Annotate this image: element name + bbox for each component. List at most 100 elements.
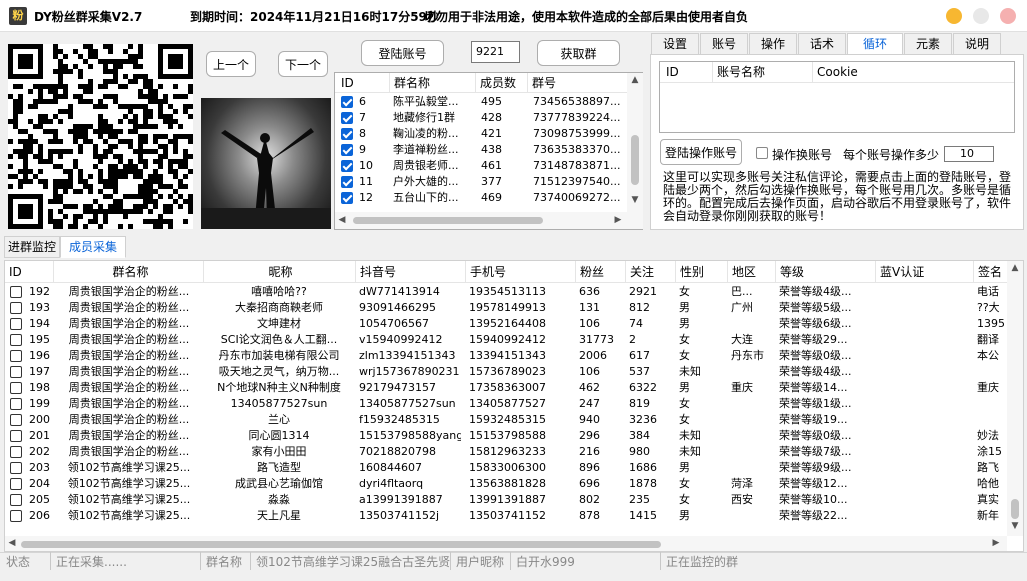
group-row-checkbox[interactable]	[341, 192, 353, 204]
login-account-button[interactable]: 登陆账号	[361, 40, 444, 66]
switch-account-checkbox[interactable]	[756, 147, 768, 159]
member-row-checkbox[interactable]	[10, 478, 22, 490]
member-row-checkbox[interactable]	[10, 286, 22, 298]
group-row-checkbox[interactable]	[341, 96, 353, 108]
member-row[interactable]: 200 周贵银国学治企的粉丝... 兰心 f15932485315 1593248531…	[5, 412, 1009, 428]
group-list-hscroll[interactable]: ◀ ▶	[335, 212, 627, 229]
member-row[interactable]: 203 领102节高维学习课25... 路飞造型 160844607 158330063…	[5, 460, 1009, 476]
member-row[interactable]: 193 周贵银国学治企的粉丝... 大秦招商商鞅老师 93091466295 19578…	[5, 300, 1009, 316]
scroll-right-icon[interactable]: ▶	[991, 538, 1001, 548]
member-cell-phone: 15736789023	[469, 365, 546, 378]
tab-member-collect[interactable]: 成员采集	[60, 236, 126, 258]
member-row-checkbox[interactable]	[10, 366, 22, 378]
member-row[interactable]: 196 周贵银国学治企的粉丝... 丹东市加装电梯有限公司 zlm1339415134…	[5, 348, 1009, 364]
group-row[interactable]: 11 户外大雄的... 377 71512397540...	[335, 174, 642, 190]
col-header-id[interactable]: ID	[5, 261, 53, 283]
col-header-douyin-id[interactable]: 抖音号	[355, 261, 463, 283]
acct-col-cookie[interactable]: Cookie	[812, 62, 992, 82]
col-header-level[interactable]: 等级	[775, 261, 875, 283]
group-row[interactable]: 8 鞠汕凌的粉... 421 73098753999...	[335, 126, 642, 142]
member-row[interactable]: 194 周贵银国学治企的粉丝... 文坤建材 1054706567 1395216440…	[5, 316, 1009, 332]
member-row-checkbox[interactable]	[10, 430, 22, 442]
member-row[interactable]: 198 周贵银国学治企的粉丝... N个地球N种主义N种制度 92179473157 1…	[5, 380, 1009, 396]
member-row-checkbox[interactable]	[10, 334, 22, 346]
col-header-group-name[interactable]: 群名称	[389, 73, 475, 93]
member-hscroll-thumb[interactable]	[21, 541, 661, 548]
group-row[interactable]: 9 李道禅粉丝... 438 73635383370...	[335, 142, 642, 158]
minimize-button[interactable]	[946, 8, 962, 24]
col-header-id[interactable]: ID	[337, 73, 389, 93]
col-header-blue-v[interactable]: 蓝V认证	[875, 261, 973, 283]
maximize-button[interactable]	[973, 8, 989, 24]
member-row[interactable]: 192 周贵银国学治企的粉丝... 嘻嘻哈哈?? dW771413914 1935451…	[5, 284, 1009, 300]
member-row-checkbox[interactable]	[10, 350, 22, 362]
col-header-signature[interactable]: 签名	[973, 261, 1009, 283]
member-row-checkbox[interactable]	[10, 446, 22, 458]
member-vscroll-thumb[interactable]	[1011, 499, 1019, 519]
col-header-group-number[interactable]: 群号	[527, 73, 627, 93]
col-header-fans[interactable]: 粉丝	[575, 261, 625, 283]
col-header-follow[interactable]: 关注	[625, 261, 675, 283]
member-row[interactable]: 205 领102节高维学习课25... 淼淼 a13991391887 13991391…	[5, 492, 1009, 508]
scroll-down-icon[interactable]: ▼	[1007, 521, 1023, 531]
group-row[interactable]: 6 陈平弘毅堂... 495 73456538897...	[335, 94, 642, 110]
scroll-thumb[interactable]	[631, 135, 639, 185]
col-header-member-count[interactable]: 成员数	[475, 73, 527, 93]
member-hscroll[interactable]: ◀ ▶	[5, 536, 1007, 551]
member-row[interactable]: 195 周贵银国学治企的粉丝... SCI论文润色＆人工翻... v159409924…	[5, 332, 1009, 348]
member-row[interactable]: 201 周贵银国学治企的粉丝... 同心圆1314 15153798588yang 15…	[5, 428, 1009, 444]
tab-settings[interactable]: 设置	[651, 33, 699, 55]
col-header-region[interactable]: 地区	[727, 261, 775, 283]
prev-button[interactable]: 上一个	[206, 51, 256, 77]
col-header-gender[interactable]: 性别	[675, 261, 727, 283]
group-row[interactable]: 7 地藏修行1群 428 73777839224...	[335, 110, 642, 126]
tab-instructions[interactable]: 说明	[953, 33, 1001, 55]
col-header-nickname[interactable]: 昵称	[203, 261, 353, 283]
member-row[interactable]: 199 周贵银国学治企的粉丝... 13405877527sun 1340587752…	[5, 396, 1009, 412]
scroll-up-icon[interactable]: ▲	[1007, 263, 1023, 273]
tab-script[interactable]: 话术	[798, 33, 846, 55]
tab-loop[interactable]: 循环	[847, 33, 903, 55]
member-row-checkbox[interactable]	[10, 382, 22, 394]
member-row-checkbox[interactable]	[10, 398, 22, 410]
group-row-checkbox[interactable]	[341, 160, 353, 172]
member-row-checkbox[interactable]	[10, 302, 22, 314]
tab-operate[interactable]: 操作	[749, 33, 797, 55]
group-row-checkbox[interactable]	[341, 176, 353, 188]
scroll-down-icon[interactable]: ▼	[627, 195, 643, 205]
col-header-group-name[interactable]: 群名称	[53, 261, 203, 283]
tab-account[interactable]: 账号	[700, 33, 748, 55]
member-row[interactable]: 197 周贵银国学治企的粉丝... 吸天地之灵气，纳万物... wrj15736789…	[5, 364, 1009, 380]
get-group-button[interactable]: 获取群	[537, 40, 620, 66]
acct-col-name[interactable]: 账号名称	[712, 62, 812, 82]
next-button[interactable]: 下一个	[278, 51, 328, 77]
group-row[interactable]: 10 周贵银老师... 461 73148783871...	[335, 158, 642, 174]
member-row-checkbox[interactable]	[10, 414, 22, 426]
group-row[interactable]: 12 五台山下的... 469 73740069272...	[335, 190, 642, 206]
hscroll-thumb[interactable]	[353, 217, 543, 224]
per-account-input[interactable]: 10	[944, 146, 994, 162]
group-row-checkbox[interactable]	[341, 112, 353, 124]
group-number-input[interactable]: 9221	[471, 41, 520, 63]
member-row[interactable]: 204 领102节高维学习课25... 成武县心艺瑜伽馆 dyri4fltaorq 13…	[5, 476, 1009, 492]
scroll-left-icon[interactable]: ◀	[337, 215, 347, 225]
group-row-checkbox[interactable]	[341, 144, 353, 156]
group-row-checkbox[interactable]	[341, 128, 353, 140]
scroll-left-icon[interactable]: ◀	[7, 538, 17, 548]
group-list-vscroll[interactable]: ▲ ▼	[627, 73, 643, 229]
member-row[interactable]: 202 周贵银国学治企的粉丝... 家有小田田 70218820798 15812963…	[5, 444, 1009, 460]
close-button[interactable]	[1000, 8, 1016, 24]
login-operate-account-button[interactable]: 登陆操作账号	[660, 139, 742, 165]
member-row-checkbox[interactable]	[10, 494, 22, 506]
member-row-checkbox[interactable]	[10, 318, 22, 330]
member-row-checkbox[interactable]	[10, 510, 22, 522]
acct-col-id[interactable]: ID	[662, 62, 712, 82]
member-vscroll[interactable]: ▲ ▼	[1007, 261, 1023, 536]
tab-group-monitor[interactable]: 进群监控	[4, 236, 60, 258]
member-row[interactable]: 206 领102节高维学习课25... 天上凡星 13503741152j 135037…	[5, 508, 1009, 524]
scroll-up-icon[interactable]: ▲	[627, 75, 643, 85]
col-header-phone[interactable]: 手机号	[465, 261, 575, 283]
member-row-checkbox[interactable]	[10, 462, 22, 474]
tab-element[interactable]: 元素	[904, 33, 952, 55]
scroll-right-icon[interactable]: ▶	[613, 215, 623, 225]
